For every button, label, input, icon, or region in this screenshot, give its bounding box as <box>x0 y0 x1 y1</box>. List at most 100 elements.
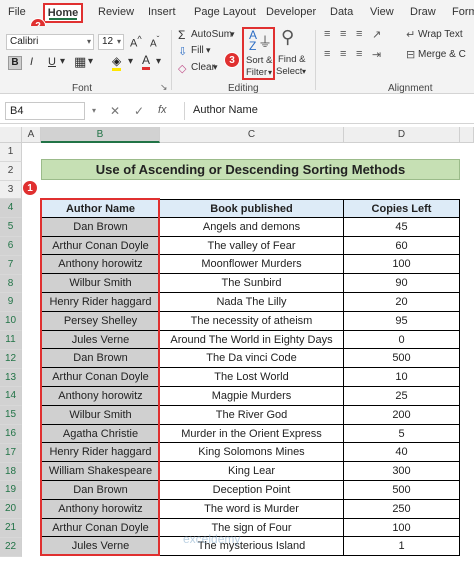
table-cell[interactable]: Nada The Lilly <box>160 293 344 312</box>
table-cell[interactable]: Wilbur Smith <box>41 274 160 293</box>
table-cell[interactable]: Anthony horowitz <box>41 255 160 275</box>
row-header[interactable]: 2 <box>0 161 22 181</box>
table-cell[interactable]: 10 <box>344 368 460 387</box>
table-cell[interactable]: Jules Verne <box>41 537 160 557</box>
table-cell[interactable]: Deception Point <box>160 481 344 500</box>
merge-icon[interactable]: ⊟ <box>406 48 415 61</box>
cancel-icon[interactable]: ✕ <box>110 104 120 118</box>
fill-button[interactable]: Fill <box>191 45 204 56</box>
table-cell[interactable]: Henry Rider haggard <box>41 443 160 463</box>
chevron-down-icon[interactable]: ▾ <box>206 45 211 56</box>
table-cell[interactable]: William Shakespeare <box>41 462 160 481</box>
column-header-e[interactable] <box>460 127 474 143</box>
row-header[interactable]: 11 <box>0 331 22 350</box>
table-cell[interactable]: The River God <box>160 405 344 425</box>
eraser-icon[interactable]: ◇ <box>178 62 186 75</box>
table-cell[interactable]: Dan Brown <box>41 349 160 369</box>
name-box[interactable]: B4 <box>5 102 85 120</box>
chevron-down-icon[interactable]: ▾ <box>302 67 306 76</box>
underline-button[interactable]: U <box>48 56 56 68</box>
row-header[interactable]: 1 <box>0 143 22 162</box>
grow-font-icon[interactable]: A^ <box>130 34 142 50</box>
bold-button[interactable]: B <box>8 56 22 70</box>
chevron-down-icon[interactable]: ▾ <box>60 56 65 67</box>
row-header[interactable]: 17 <box>0 443 22 463</box>
table-cell[interactable]: Dan Brown <box>41 481 160 500</box>
orientation-icon[interactable]: ↗ <box>372 28 381 41</box>
column-header-b[interactable]: B <box>41 127 160 143</box>
table-cell[interactable]: The Da vinci Code <box>160 349 344 369</box>
row-header[interactable]: 10 <box>0 312 22 331</box>
tab-file[interactable]: File <box>8 6 26 18</box>
tab-home[interactable]: Home <box>43 3 83 23</box>
row-header[interactable]: 3 <box>0 180 22 200</box>
dialog-launcher-icon[interactable]: ↘ <box>160 82 168 93</box>
row-header[interactable]: 13 <box>0 368 22 388</box>
fx-icon[interactable]: fx <box>158 104 167 116</box>
clear-button[interactable]: Clear <box>191 62 215 73</box>
chevron-down-icon[interactable]: ▾ <box>230 29 235 40</box>
align-bottom-icon[interactable]: ≡ <box>356 28 362 40</box>
table-cell[interactable]: 45 <box>344 217 460 237</box>
table-cell[interactable]: The word is Murder <box>160 499 344 519</box>
table-cell[interactable]: Anthony horowitz <box>41 499 160 519</box>
tab-view[interactable]: View <box>370 6 394 18</box>
row-header[interactable]: 20 <box>0 500 22 519</box>
font-size-select[interactable]: 12 ▾ <box>98 34 124 50</box>
table-cell[interactable]: Angels and demons <box>160 217 344 237</box>
table-cell[interactable]: 5 <box>344 424 460 444</box>
wrap-text-button[interactable]: Wrap Text <box>418 29 463 40</box>
row-header[interactable]: 6 <box>0 237 22 256</box>
align-middle-icon[interactable]: ≡ <box>340 28 346 40</box>
wrap-text-icon[interactable]: ↵ <box>406 28 415 41</box>
tab-review[interactable]: Review <box>98 6 134 18</box>
fill-down-icon[interactable]: ⇩ <box>178 45 187 58</box>
column-header-c[interactable]: C <box>160 127 344 143</box>
tab-data[interactable]: Data <box>330 6 353 18</box>
table-cell[interactable]: Arthur Conan Doyle <box>41 236 160 256</box>
column-header-a[interactable]: A <box>22 127 41 143</box>
table-cell[interactable]: 0 <box>344 330 460 350</box>
table-cell[interactable]: The Sunbird <box>160 274 344 293</box>
sort-filter-button[interactable]: AZ ⏚ Sort & Filter ▾ <box>242 27 275 80</box>
find-select-label[interactable]: Find & <box>278 54 305 65</box>
namebox-dropdown-icon[interactable]: ▾ <box>92 106 96 115</box>
table-cell[interactable]: Jules Verne <box>41 330 160 350</box>
align-right-icon[interactable]: ≡ <box>356 48 362 60</box>
table-cell[interactable]: 95 <box>344 311 460 331</box>
table-cell[interactable]: 20 <box>344 293 460 312</box>
table-cell[interactable]: Murder in the Orient Express <box>160 424 344 444</box>
row-header[interactable]: 7 <box>0 255 22 275</box>
table-cell[interactable]: King Solomons Mines <box>160 443 344 463</box>
table-cell[interactable]: 500 <box>344 349 460 369</box>
row-header[interactable]: 22 <box>0 537 22 557</box>
table-cell[interactable]: 90 <box>344 274 460 293</box>
chevron-down-icon[interactable]: ▾ <box>213 62 218 73</box>
table-cell[interactable]: Moonflower Murders <box>160 255 344 275</box>
font-color-icon[interactable]: A <box>142 53 151 70</box>
indent-icon[interactable]: ⇥ <box>372 48 381 61</box>
table-cell[interactable]: Magpie Murders <box>160 387 344 406</box>
row-header[interactable]: 18 <box>0 462 22 482</box>
merge-center-button[interactable]: Merge & C <box>418 49 466 60</box>
row-header[interactable]: 21 <box>0 519 22 538</box>
row-header[interactable]: 8 <box>0 274 22 294</box>
table-cell[interactable]: 100 <box>344 518 460 538</box>
row-header[interactable]: 5 <box>0 218 22 237</box>
chevron-down-icon[interactable]: ▾ <box>88 56 93 67</box>
table-cell[interactable]: Arthur Conan Doyle <box>41 518 160 538</box>
tab-developer[interactable]: Developer <box>266 6 316 18</box>
table-cell[interactable]: The valley of Fear <box>160 236 344 256</box>
row-header[interactable]: 19 <box>0 481 22 501</box>
chevron-down-icon[interactable]: ▾ <box>128 56 133 67</box>
fill-color-icon[interactable]: ◈ <box>112 54 122 71</box>
find-select-label-2[interactable]: Select <box>276 66 302 77</box>
font-name-select[interactable]: Calibri ▾ <box>6 34 94 50</box>
table-cell[interactable]: 60 <box>344 236 460 256</box>
table-cell[interactable]: The Lost World <box>160 368 344 387</box>
table-cell[interactable]: Around The World in Eighty Days <box>160 330 344 350</box>
table-cell[interactable]: 500 <box>344 481 460 500</box>
select-all-corner[interactable] <box>0 127 22 143</box>
table-cell[interactable]: Henry Rider haggard <box>41 293 160 312</box>
align-center-icon[interactable]: ≡ <box>340 48 346 60</box>
